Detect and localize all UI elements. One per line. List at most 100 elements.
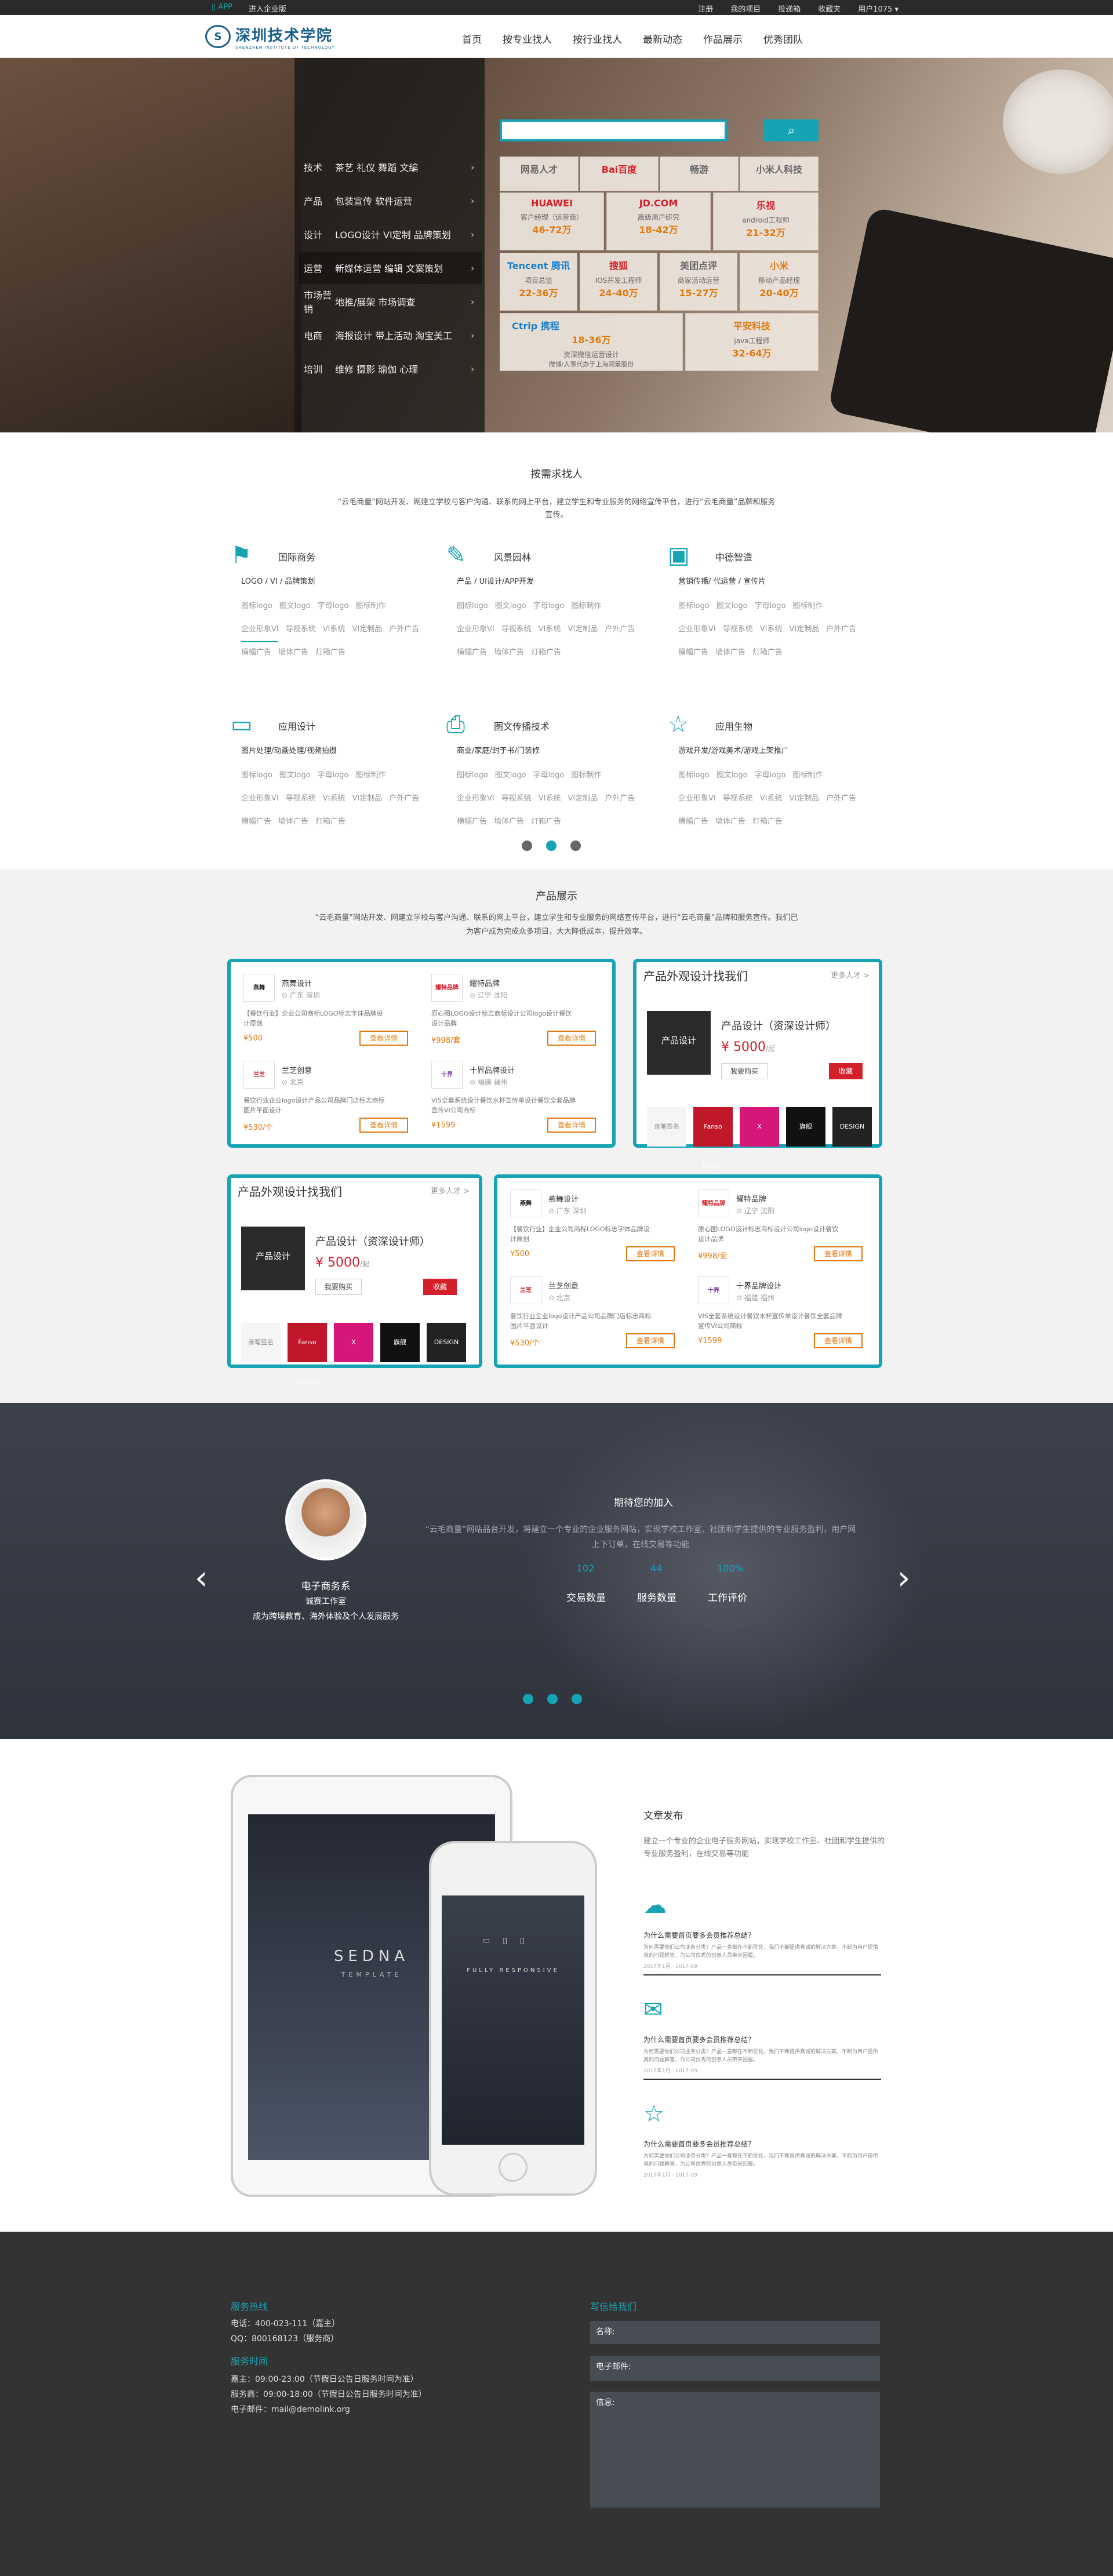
service-tag[interactable]: 导视系统 <box>286 618 316 641</box>
brand-card[interactable]: 搜狐 IOS开发工程师 24-40万 <box>580 253 657 311</box>
thumb-image[interactable]: 亲笔签名 <box>647 1107 686 1147</box>
brand-card[interactable]: 乐视 android工程师 21-32万 <box>713 192 819 250</box>
product-card[interactable]: 燕舞 燕舞设计 ⊙ 广东 深圳 【餐饮行业】企业公司商标LOGO标志字体品牌设计原创 ¥… <box>510 1189 694 1276</box>
vendor-name[interactable]: 燕舞设计 <box>282 977 312 988</box>
service-tag[interactable]: 图文logo <box>495 764 526 787</box>
service-tag[interactable]: 图标制作 <box>792 595 823 618</box>
service-tag[interactable]: 墙体广告 <box>494 810 524 834</box>
product-card[interactable]: 兰芝 兰芝创意 ⊙ 北京 餐饮行业企业logo设计产品公司品牌门店标志商标图片平面设计… <box>510 1276 694 1363</box>
brand-card[interactable]: 畅游 <box>660 157 739 191</box>
more-link[interactable]: 更多人才 > <box>431 1185 470 1196</box>
nav-home[interactable]: 首页 <box>462 31 482 46</box>
service-tag[interactable]: 企业形象VI <box>457 618 494 641</box>
service-tag[interactable]: 横幅广告 <box>241 810 271 834</box>
service-tag[interactable]: 图标制作 <box>571 764 601 787</box>
thumb-image[interactable]: Fanso Design <box>288 1323 327 1385</box>
favorites-link[interactable]: 收藏夹 <box>818 3 841 14</box>
service-tag[interactable]: 导视系统 <box>501 787 532 810</box>
service-tag[interactable]: 企业形象VI <box>457 787 494 810</box>
service-tag[interactable]: VI系统 <box>323 787 345 810</box>
service-tag[interactable]: 灯箱广告 <box>315 641 345 664</box>
service-card[interactable]: ▣ 中德智造 营销传播/ 代运营 / 宣传片 图标logo 图文logo 字母logo 图标… <box>668 539 876 657</box>
my-projects-link[interactable]: 我的项目 <box>730 3 761 14</box>
brand-card[interactable]: 小米人科技 <box>740 157 819 191</box>
service-tag[interactable]: VI系统 <box>760 787 783 810</box>
message-field[interactable]: 信息: <box>590 2392 880 2508</box>
name-field[interactable]: 名称: <box>590 2321 880 2344</box>
thumb-image[interactable]: 亲笔签名 <box>241 1323 281 1362</box>
service-tag[interactable]: 墙体广告 <box>278 641 308 664</box>
nav-by-major[interactable]: 按专业找人 <box>503 31 552 46</box>
buy-button[interactable]: 我要购买 <box>721 1063 768 1079</box>
service-tag[interactable]: 图文logo <box>716 595 748 618</box>
enterprise-link[interactable]: 进入企业版 <box>249 3 286 14</box>
thumb-image[interactable]: 旗舰 <box>380 1323 420 1362</box>
app-link[interactable]: ▯ APP <box>212 3 232 14</box>
service-tag[interactable]: 图标logo <box>457 764 488 787</box>
brand-card[interactable]: HUAWEI 客户经理（运营商） 46-72万 <box>500 192 604 250</box>
nav-teams[interactable]: 优秀团队 <box>763 31 803 46</box>
product-card[interactable]: 十界 十界品牌设计 ⊙ 福建 福州 VIS全套系统设计餐饮水杯宣传单设计餐饮全套品牌宣… <box>698 1276 882 1363</box>
service-tag[interactable]: 横幅广告 <box>457 641 487 664</box>
service-tag[interactable]: VI系统 <box>539 787 561 810</box>
service-tag[interactable]: 字母logo <box>318 764 349 787</box>
service-tag[interactable]: 图标logo <box>678 595 710 618</box>
category-item[interactable]: 电商 海报设计 带上活动 淘宝美工 › <box>299 319 482 351</box>
brand-card[interactable]: Bai百度 <box>580 157 659 191</box>
nav-news[interactable]: 最新动态 <box>643 31 682 46</box>
view-details-button[interactable]: 查看详情 <box>359 1031 408 1046</box>
brand-card[interactable]: 网易人才 <box>500 157 579 191</box>
thumb-image[interactable]: DESIGN <box>427 1323 466 1362</box>
service-tag[interactable]: 户外广告 <box>826 618 856 641</box>
search-button[interactable]: ⌕ <box>764 119 819 141</box>
vendor-name[interactable]: 耀特品牌 <box>736 1193 766 1204</box>
user-menu[interactable]: 用户1075 ▾ <box>858 3 899 14</box>
brand-card[interactable]: 平安科技 java工程师 32-64万 <box>685 313 819 371</box>
vendor-name[interactable]: 耀特品牌 <box>470 977 500 988</box>
pager-dot[interactable] <box>572 1694 582 1704</box>
service-tag[interactable]: VI定制品 <box>568 787 598 810</box>
service-card[interactable]: ⎙ 图文传播技术 商业/家庭/封于书/门装修 图标logo 图文logo 字母logo 图标… <box>446 708 655 826</box>
brand-card[interactable]: 小米 移动产品经理 20-40万 <box>740 253 819 311</box>
service-tag[interactable]: 导视系统 <box>723 618 753 641</box>
vendor-name[interactable]: 燕舞设计 <box>548 1193 579 1204</box>
service-tag[interactable]: VI定制品 <box>352 618 382 641</box>
service-tag[interactable]: 导视系统 <box>501 618 532 641</box>
service-tag[interactable]: VI系统 <box>539 618 561 641</box>
service-tag[interactable]: VI定制品 <box>789 618 819 641</box>
pager-dot-active[interactable] <box>546 841 556 851</box>
view-details-button[interactable]: 查看详情 <box>626 1333 675 1348</box>
pager-dot[interactable] <box>547 1694 558 1704</box>
article-item[interactable]: ☁ 为什么需要首页要多会员推荐总结？ 为何需要你们公司业务分类？产品一直都在不断优化… <box>643 1892 881 1979</box>
category-item[interactable]: 培训 维修 摄影 瑜伽 心理 › <box>299 352 482 385</box>
favorite-button[interactable]: 收藏 <box>829 1063 863 1079</box>
vendor-name[interactable]: 兰芝创意 <box>282 1064 312 1075</box>
vendor-name[interactable]: 兰芝创意 <box>548 1280 579 1291</box>
service-tag[interactable]: 灯箱广告 <box>315 810 345 834</box>
service-tag[interactable]: 墙体广告 <box>494 641 524 664</box>
product-card[interactable]: 十界 十界品牌设计 ⊙ 福建 福州 VIS全套系统设计餐饮水杯宣传单设计餐饮全套品牌宣… <box>431 1061 616 1148</box>
email-field[interactable]: 电子邮件: <box>590 2356 880 2381</box>
category-item-active[interactable]: 运营 新媒体运营 编辑 文案策划 › <box>299 252 482 284</box>
nav-works[interactable]: 作品展示 <box>703 31 743 46</box>
service-tag[interactable]: 字母logo <box>318 595 349 618</box>
service-tag[interactable]: 字母logo <box>533 595 565 618</box>
view-details-button[interactable]: 查看详情 <box>814 1246 863 1261</box>
service-tag[interactable]: 横幅广告 <box>678 641 708 664</box>
category-item[interactable]: 产品 包装宣传 软件运营 › <box>299 184 482 217</box>
article-item[interactable]: ☆ 为什么需要首页要多会员推荐总结？ 为何需要你们公司业务分类？产品一直都在不断优化… <box>643 2101 881 2188</box>
service-tag[interactable]: 图文logo <box>716 764 748 787</box>
service-tag[interactable]: VI系统 <box>760 618 783 641</box>
article-question[interactable]: 为什么需要首页要多会员推荐总结？ <box>643 2035 881 2044</box>
service-tag[interactable]: 户外广告 <box>389 618 419 641</box>
service-tag[interactable]: 灯箱广告 <box>752 810 783 834</box>
service-tag[interactable]: 导视系统 <box>286 787 316 810</box>
service-card[interactable]: ☆ 应用生物 游戏开发/游戏美术/游戏上架推广 图标logo 图文logo 字母logo 图… <box>668 708 876 826</box>
nav-by-industry[interactable]: 按行业找人 <box>573 31 622 46</box>
favorite-button[interactable]: 收藏 <box>423 1279 457 1295</box>
article-question[interactable]: 为什么需要首页要多会员推荐总结？ <box>643 1930 881 1940</box>
service-tag[interactable]: 图标logo <box>241 764 272 787</box>
view-details-button[interactable]: 查看详情 <box>547 1031 596 1046</box>
vendor-name[interactable]: 十界品牌设计 <box>736 1280 781 1291</box>
service-tag[interactable]: 横幅广告 <box>241 641 271 664</box>
